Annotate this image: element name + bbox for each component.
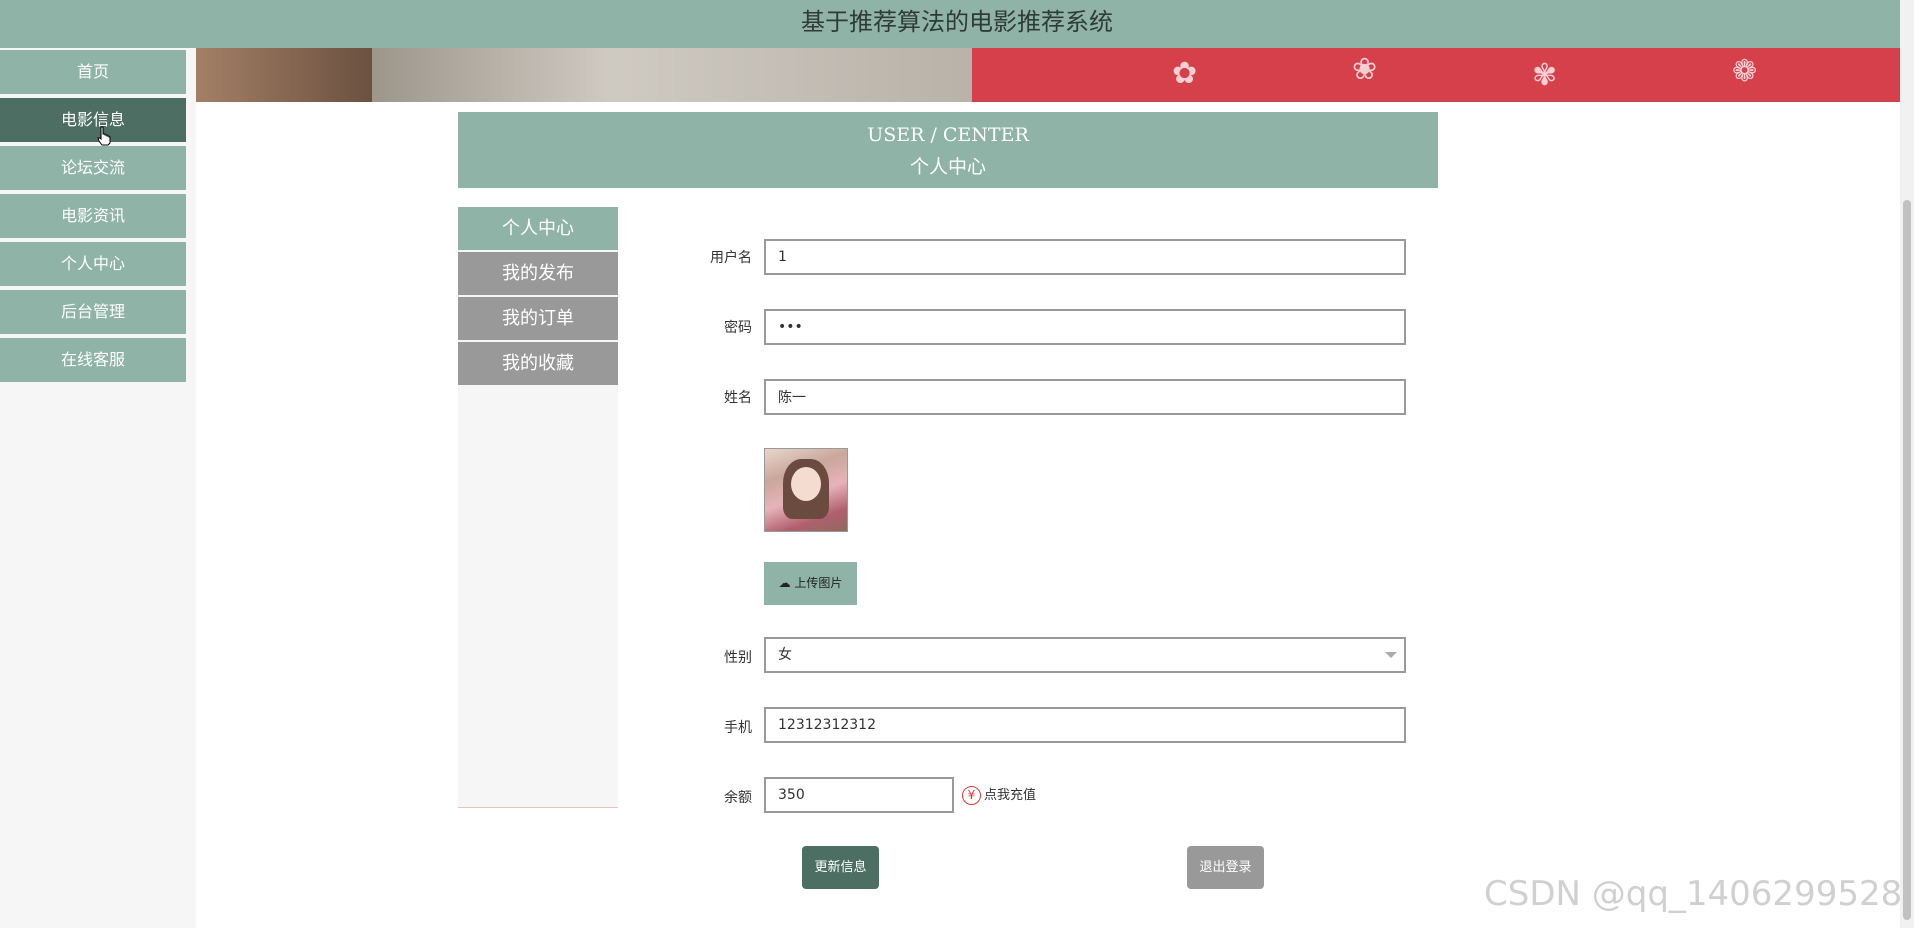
upload-image-button[interactable]: ☁ 上传图片	[764, 562, 857, 605]
avatar	[764, 448, 848, 532]
user-center-title-en: USER / CENTER	[867, 124, 1029, 146]
sidebar-item-home[interactable]: 首页	[0, 50, 186, 94]
user-center-header: USER / CENTER 个人中心	[458, 112, 1438, 188]
sidebar-item-user-center[interactable]: 个人中心	[0, 242, 186, 286]
chevron-down-icon	[1385, 652, 1397, 658]
sidebar-item-forum[interactable]: 论坛交流	[0, 146, 186, 190]
tab-my-posts[interactable]: 我的发布	[458, 252, 618, 295]
username-label: 用户名	[710, 250, 752, 266]
name-label: 姓名	[724, 390, 752, 406]
phone-label: 手机	[724, 720, 752, 736]
tab-my-favorites[interactable]: 我的收藏	[458, 342, 618, 385]
yen-icon: ¥	[962, 786, 981, 805]
phone-input[interactable]	[764, 707, 1406, 743]
scrollbar-thumb[interactable]	[1903, 200, 1911, 920]
password-label: 密码	[724, 320, 752, 336]
sidebar-item-customer-service[interactable]: 在线客服	[0, 338, 186, 382]
update-info-button[interactable]: 更新信息	[802, 846, 879, 889]
recharge-label: 点我充值	[984, 788, 1037, 803]
user-center-title-cn: 个人中心	[909, 156, 986, 178]
balance-label: 余额	[724, 790, 752, 806]
site-title: 基于推荐算法的电影推荐系统	[801, 8, 1113, 36]
sidebar: 首页 电影信息 论坛交流 电影资讯 个人中心 后台管理 在线客服	[0, 48, 196, 928]
cloud-upload-icon: ☁	[778, 576, 791, 590]
gender-select[interactable]: 女	[764, 637, 1406, 673]
sidebar-item-movie-news[interactable]: 电影资讯	[0, 194, 186, 238]
username-input[interactable]	[764, 239, 1406, 275]
gender-label: 性别	[724, 650, 752, 666]
hand-cursor-icon	[97, 126, 111, 146]
name-input[interactable]	[764, 379, 1406, 415]
balance-input[interactable]	[764, 777, 954, 813]
recharge-link[interactable]: ¥ 点我充值	[962, 784, 1036, 805]
banner-image: ✿ ❀ ✾ ❁	[196, 48, 1900, 102]
sidebar-item-admin[interactable]: 后台管理	[0, 290, 186, 334]
upload-image-label: 上传图片	[794, 576, 843, 590]
tab-user-center[interactable]: 个人中心	[458, 207, 618, 250]
password-input[interactable]: •••	[764, 309, 1406, 345]
sidebar-item-movie-info[interactable]: 电影信息	[0, 98, 186, 142]
top-header-bar: 基于推荐算法的电影推荐系统	[0, 0, 1914, 48]
page-scrollbar[interactable]	[1900, 0, 1914, 928]
watermark: CSDN @qq_1406299528	[1484, 874, 1903, 914]
tab-my-orders[interactable]: 我的订单	[458, 297, 618, 340]
user-center-nav: 个人中心 我的发布 我的订单 我的收藏	[458, 207, 618, 808]
logout-button[interactable]: 退出登录	[1187, 846, 1264, 889]
